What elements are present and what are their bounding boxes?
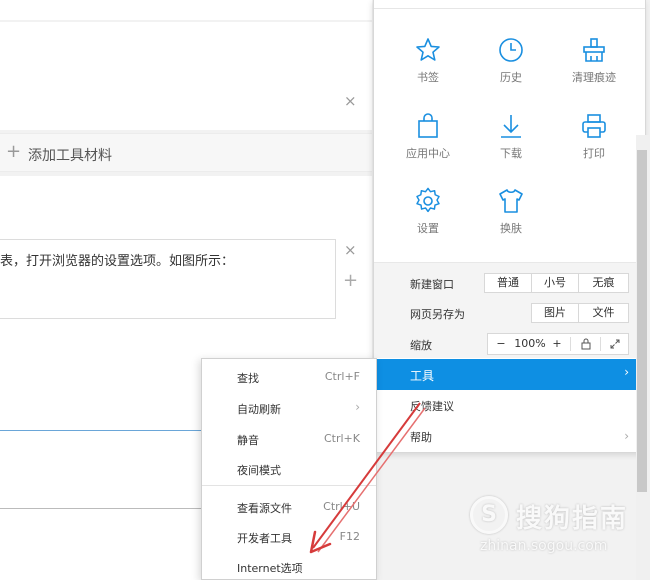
auto-refresh-label: 自动刷新 [237, 403, 281, 416]
mute-shortcut: Ctrl+K [323, 432, 360, 445]
editor-card-top [0, 0, 372, 20]
new-window-small-button[interactable]: 小号 [531, 273, 579, 293]
submenu-item-internet-options[interactable]: Internet选项 [202, 552, 376, 580]
clear-traces-button[interactable]: 清理痕迹 [552, 36, 636, 96]
divider [202, 485, 376, 486]
add-material-button[interactable]: + 添加工具材料 [0, 133, 372, 172]
menu-options-area: 新建窗口 普通 小号 无痕 网页另存为 图片 文件 缩放 − 100% + [374, 262, 645, 358]
app-center-button[interactable]: 应用中心 [386, 112, 470, 172]
dev-tools-shortcut: F12 [339, 530, 360, 543]
print-label: 打印 [583, 147, 605, 160]
feedback-label: 反馈建议 [410, 400, 454, 413]
step-close-icon[interactable]: × [344, 242, 357, 258]
new-window-incognito-button[interactable]: 无痕 [578, 273, 629, 293]
history-button[interactable]: 历史 [469, 36, 553, 96]
divider [374, 8, 645, 9]
divider [570, 337, 571, 351]
add-icon: + [6, 141, 22, 162]
chevron-right-icon: › [624, 429, 629, 443]
tools-submenu: 查找 Ctrl+F 自动刷新 › 静音 Ctrl+K 夜间模式 查看源文件 Ct… [201, 358, 377, 580]
find-shortcut: Ctrl+F [324, 370, 360, 383]
view-source-shortcut: Ctrl+U [323, 500, 360, 513]
app-center-label: 应用中心 [406, 147, 450, 160]
submenu-item-dev-tools[interactable]: 开发者工具 F12 [202, 522, 376, 552]
expand-icon [610, 339, 620, 349]
downloads-button[interactable]: 下载 [469, 112, 553, 172]
zoom-lock-button[interactable] [574, 334, 598, 354]
add-material-label: 添加工具材料 [28, 148, 112, 164]
find-label: 查找 [237, 372, 259, 385]
submenu-item-auto-refresh[interactable]: 自动刷新 › [202, 393, 376, 423]
dev-tools-label: 开发者工具 [237, 532, 292, 545]
internet-options-label: Internet选项 [237, 562, 303, 575]
editor-title-card [0, 22, 372, 135]
step-input-line[interactable] [0, 430, 210, 431]
skin-label: 换肤 [500, 222, 522, 235]
save-page-label: 网页另存为 [410, 308, 465, 321]
menu-item-feedback[interactable]: 反馈建议 [374, 390, 645, 421]
new-window-normal-button[interactable]: 普通 [484, 273, 532, 293]
zoom-out-button[interactable]: − [492, 334, 510, 354]
submenu-item-mute[interactable]: 静音 Ctrl+K [202, 424, 376, 454]
browser-menu: 书签 历史 清理痕迹 应用中心 下载 打印 设置 换肤 新建窗口 普通 小号 无… [373, 0, 646, 453]
bookmarks-button[interactable]: 书签 [386, 36, 470, 96]
save-as-image-button[interactable]: 图片 [531, 303, 579, 323]
chevron-right-icon: › [355, 400, 360, 414]
zoom-control: − 100% + [487, 333, 629, 355]
zoom-label: 缩放 [410, 339, 432, 352]
scrollbar-thumb[interactable] [637, 150, 647, 492]
chevron-right-icon: › [624, 365, 629, 379]
step-text: 表，打开浏览器的设置选项。如图所示： [0, 254, 235, 269]
broom-icon [583, 38, 605, 62]
save-as-file-button[interactable]: 文件 [578, 303, 629, 323]
lock-icon [581, 338, 591, 350]
print-button[interactable]: 打印 [552, 112, 636, 172]
printer-icon [582, 114, 606, 138]
tools-label: 工具 [410, 369, 435, 383]
star-icon [416, 38, 440, 61]
new-window-label: 新建窗口 [410, 278, 454, 291]
zoom-in-button[interactable]: + [548, 334, 566, 354]
shirt-icon [499, 189, 523, 213]
download-icon [501, 115, 521, 138]
step-add-icon[interactable]: + [343, 270, 358, 291]
submenu-item-night-mode[interactable]: 夜间模式 [202, 454, 376, 484]
settings-button[interactable]: 设置 [386, 187, 470, 247]
clock-icon [499, 38, 523, 62]
submenu-item-view-source[interactable]: 查看源文件 Ctrl+U [202, 492, 376, 522]
mute-label: 静音 [237, 434, 259, 447]
divider [0, 508, 210, 509]
title-close-icon[interactable]: × [344, 93, 357, 109]
menu-item-tools[interactable]: 工具 › [374, 359, 645, 390]
zoom-value: 100% [514, 337, 546, 350]
step-text-box[interactable]: 表，打开浏览器的设置选项。如图所示： [0, 239, 336, 319]
view-source-label: 查看源文件 [237, 502, 292, 515]
divider [600, 337, 601, 351]
submenu-item-find[interactable]: 查找 Ctrl+F [202, 362, 376, 392]
help-label: 帮助 [410, 431, 432, 444]
night-mode-label: 夜间模式 [237, 464, 281, 477]
gear-icon [416, 187, 440, 213]
skin-button[interactable]: 换肤 [469, 187, 553, 247]
menu-item-help[interactable]: 帮助 › [374, 421, 645, 452]
fullscreen-button[interactable] [602, 334, 628, 354]
bag-icon [418, 113, 438, 138]
settings-label: 设置 [417, 222, 439, 235]
downloads-label: 下载 [500, 147, 522, 160]
clear-traces-label: 清理痕迹 [572, 71, 616, 84]
history-label: 历史 [500, 71, 522, 84]
bookmarks-label: 书签 [417, 71, 439, 84]
